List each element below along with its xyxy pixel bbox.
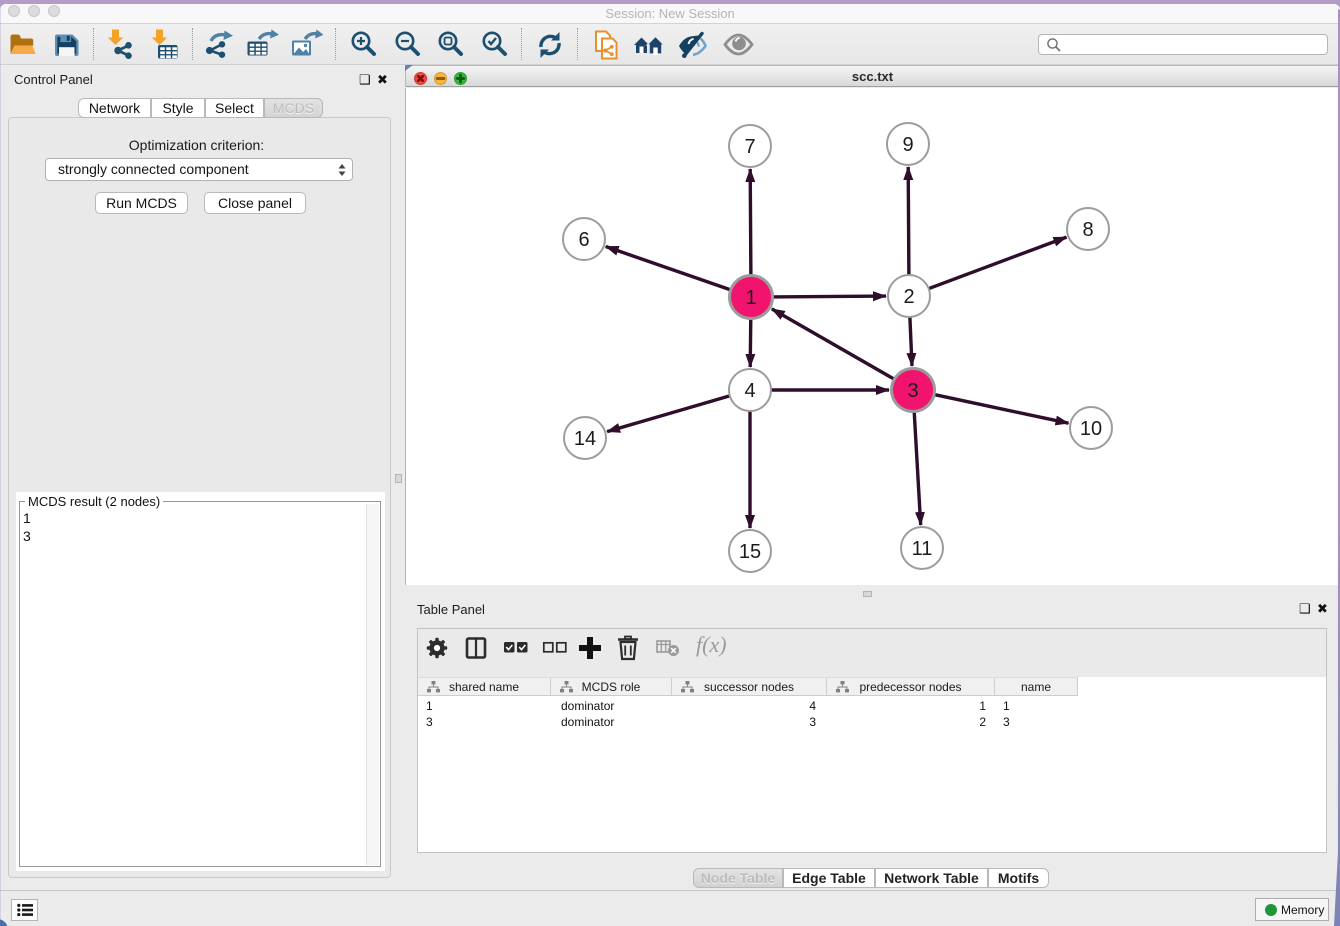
svg-text:7: 7 bbox=[744, 136, 755, 158]
svg-text:4: 4 bbox=[744, 380, 755, 402]
svg-text:1: 1 bbox=[745, 287, 756, 309]
svg-text:8: 8 bbox=[1082, 219, 1093, 241]
svg-text:3: 3 bbox=[907, 380, 918, 402]
svg-text:10: 10 bbox=[1080, 418, 1102, 440]
svg-text:9: 9 bbox=[902, 134, 913, 156]
svg-text:2: 2 bbox=[903, 286, 914, 308]
svg-text:11: 11 bbox=[912, 538, 933, 560]
svg-text:15: 15 bbox=[739, 541, 761, 563]
svg-text:6: 6 bbox=[578, 229, 589, 251]
svg-text:14: 14 bbox=[574, 428, 596, 450]
